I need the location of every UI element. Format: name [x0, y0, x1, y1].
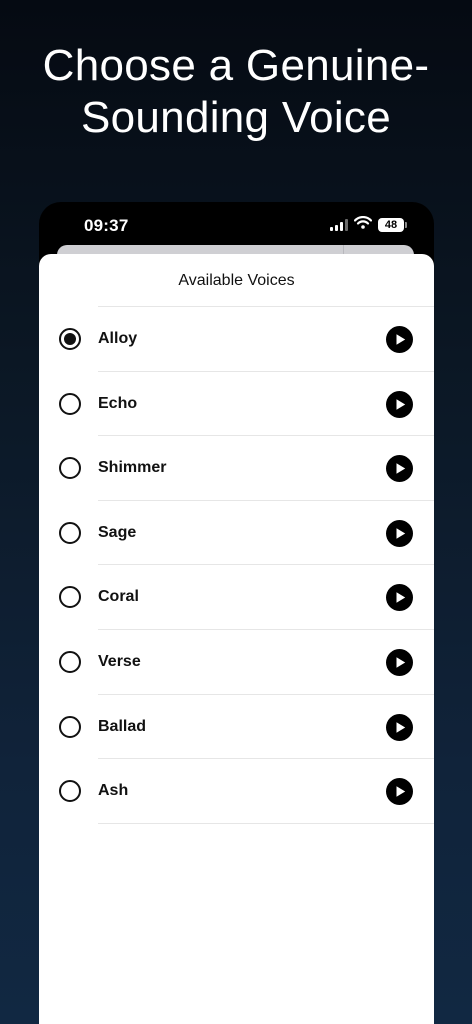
play-icon[interactable]	[386, 648, 413, 676]
voice-row-ballad[interactable]: Ballad	[39, 695, 434, 760]
radio-button[interactable]	[59, 780, 81, 803]
battery-icon: 48	[378, 218, 407, 232]
marketing-headline: Choose a Genuine- Sounding Voice	[0, 40, 472, 144]
voice-name: Sage	[98, 523, 137, 541]
play-icon[interactable]	[386, 778, 413, 806]
radio-button[interactable]	[59, 715, 81, 738]
play-icon[interactable]	[386, 455, 413, 483]
voice-row-alloy[interactable]: Alloy	[39, 307, 434, 372]
play-icon[interactable]	[386, 390, 413, 418]
headline-line-1: Choose a Genuine-	[42, 41, 430, 90]
status-bar: 09:37 48	[39, 202, 434, 248]
voice-name: Verse	[98, 652, 141, 670]
play-icon[interactable]	[386, 713, 413, 741]
voices-sheet: Available Voices Alloy Echo Shimmer Sage	[39, 254, 434, 1024]
radio-button[interactable]	[59, 392, 81, 415]
voice-list: Alloy Echo Shimmer Sage Coral Verse Ball…	[39, 307, 434, 824]
voice-name: Ballad	[98, 717, 147, 735]
cellular-signal-icon	[330, 219, 348, 231]
radio-button[interactable]	[59, 586, 81, 609]
voice-row-echo[interactable]: Echo	[39, 372, 434, 437]
headline-line-2: Sounding Voice	[80, 93, 391, 142]
voice-name: Alloy	[98, 330, 138, 347]
voice-name: Echo	[98, 394, 138, 412]
play-icon[interactable]	[386, 326, 413, 353]
status-icons: 48	[330, 216, 407, 234]
sheet-title: Available Voices	[178, 272, 295, 289]
radio-button[interactable]	[59, 457, 81, 480]
voice-row-coral[interactable]: Coral	[39, 565, 434, 630]
radio-button[interactable]	[59, 521, 81, 544]
voice-name: Shimmer	[98, 459, 167, 477]
radio-button[interactable]	[59, 328, 81, 350]
play-icon[interactable]	[386, 584, 413, 612]
phone-frame: 09:37 48 Available Voices Alloy Echo Shi…	[39, 202, 434, 1024]
voice-row-verse[interactable]: Verse	[39, 630, 434, 695]
voice-name: Ash	[98, 782, 129, 800]
voice-row-sage[interactable]: Sage	[39, 501, 434, 566]
play-icon[interactable]	[386, 519, 413, 547]
voice-row-shimmer[interactable]: Shimmer	[39, 436, 434, 501]
status-time: 09:37	[84, 216, 129, 235]
radio-button[interactable]	[59, 650, 81, 673]
voice-row-ash[interactable]: Ash	[39, 759, 434, 824]
wifi-icon	[353, 216, 373, 234]
voice-name: Coral	[98, 588, 139, 606]
